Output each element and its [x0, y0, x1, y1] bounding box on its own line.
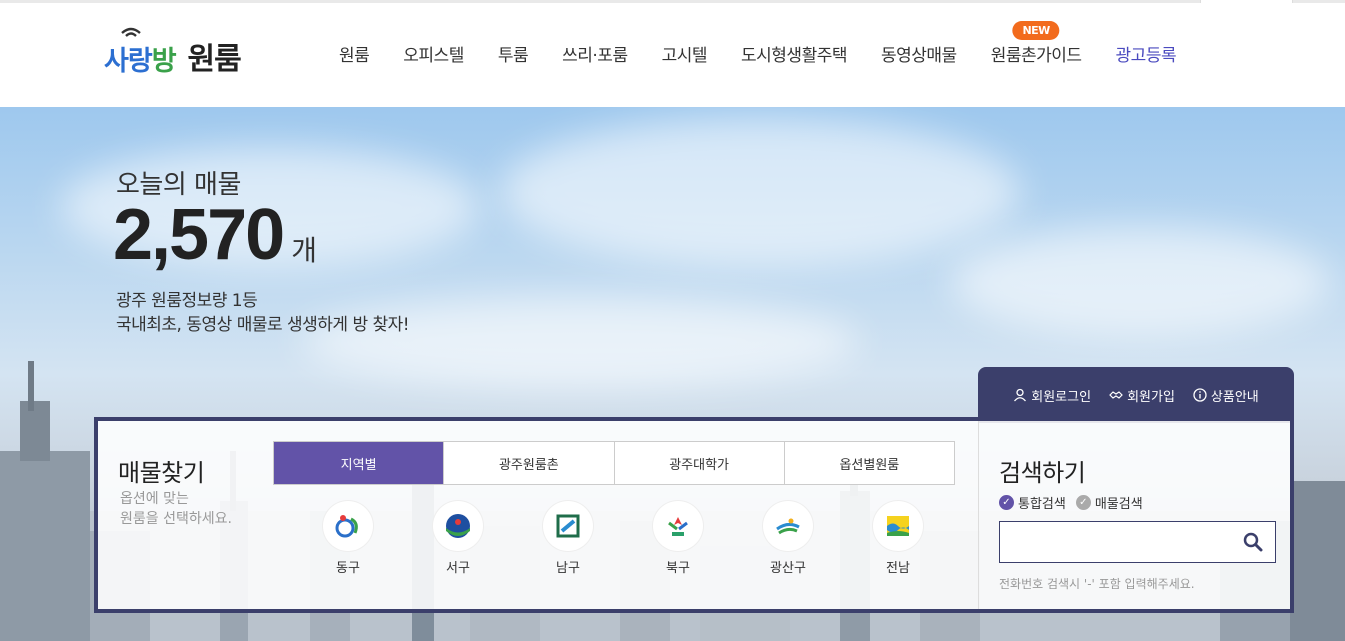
member-login-link[interactable]: 회원로그인: [1013, 386, 1091, 405]
namgu-emblem-icon: [543, 501, 593, 551]
product-info-label: 상품안내: [1210, 389, 1259, 405]
today-listings-count: 2,570 개: [113, 199, 317, 271]
listing-count-number: 2,570: [113, 195, 285, 275]
logo-text-c: 원룸: [187, 42, 242, 77]
search-section: 검색하기 ✓ 통합검색 ✓ 매물검색 전화번호 검색시 '-' 포함 입력해주세…: [978, 421, 1290, 609]
cloud-decoration: [500, 117, 1020, 267]
listing-count-unit: 개: [291, 234, 317, 267]
search-option-all[interactable]: ✓ 통합검색: [999, 493, 1066, 512]
search-hint: 전화번호 검색시 '-' 포함 입력해주세요.: [999, 577, 1195, 591]
jeonnam-emblem-icon: [873, 501, 923, 551]
logo-mark: 사랑방: [104, 27, 177, 78]
check-circle-icon: ✓: [1075, 495, 1091, 510]
region-name: 동구: [336, 561, 360, 576]
tab-by-region[interactable]: 지역별: [274, 442, 445, 484]
region-name: 북구: [666, 561, 690, 576]
tagline-line-2: 국내최초, 동영상 매물로 생생하게 방 찾자!: [116, 315, 410, 335]
tab-by-option[interactable]: 옵션별원룸: [785, 442, 954, 484]
site-header: 사랑방 원룸 원룸 오피스텔 투룸 쓰리·포룸 고시텔 도시형생활주택 동영상매…: [0, 3, 1345, 107]
nav-ad-register[interactable]: 광고등록: [1116, 41, 1177, 66]
region-name: 전남: [886, 561, 910, 576]
search-option-listings[interactable]: ✓ 매물검색: [1075, 493, 1143, 512]
find-sub-line-2: 원룸을 선택하세요.: [120, 511, 232, 527]
search-panel: 매물찾기 옵션에 맞는 원룸을 선택하세요. 지역별 광주원룸촌 광주대학가 옵…: [94, 417, 1294, 613]
cloud-decoration: [950, 227, 1330, 337]
bukgu-emblem-icon: [653, 501, 703, 551]
find-listings-title: 매물찾기: [118, 459, 205, 487]
find-listings-subtitle: 옵션에 맞는 원룸을 선택하세요.: [120, 489, 232, 529]
search-box: [999, 521, 1276, 563]
region-name: 서구: [446, 561, 470, 576]
search-input[interactable]: [1000, 522, 1230, 560]
info-icon: [1193, 388, 1207, 402]
main-nav: 원룸 오피스텔 투룸 쓰리·포룸 고시텔 도시형생활주택 동영상매물 NEW 원…: [322, 21, 1193, 66]
check-circle-icon: ✓: [999, 495, 1014, 510]
nav-urban-housing[interactable]: 도시형생활주택: [741, 41, 847, 66]
nav-guide-label: 원룸촌가이드: [990, 46, 1082, 66]
hero-banner: 오늘의 매물 2,570 개 광주 원룸정보량 1등 국내최초, 동영상 매물로…: [0, 107, 1345, 641]
product-info-link[interactable]: 상품안내: [1193, 386, 1259, 405]
search-icon[interactable]: [1243, 532, 1263, 552]
nav-video-listings[interactable]: 동영상매물: [881, 41, 957, 66]
gwangsangu-emblem-icon: [763, 501, 813, 551]
region-jeonnam[interactable]: 전남: [843, 501, 953, 576]
nav-threeroom[interactable]: 쓰리·포룸: [562, 41, 628, 66]
member-bar: 회원로그인 회원가입 상품안내: [978, 367, 1294, 423]
member-join-link[interactable]: 회원가입: [1109, 386, 1175, 405]
tagline-line-1: 광주 원룸정보량 1등: [116, 291, 258, 311]
tab-gwangju-oneroom-village[interactable]: 광주원룸촌: [444, 442, 615, 484]
find-tabs: 지역별 광주원룸촌 광주대학가 옵션별원룸: [273, 441, 955, 485]
region-seogu[interactable]: 서구: [403, 501, 513, 576]
handshake-icon: [1109, 391, 1123, 399]
hero-tagline: 광주 원룸정보량 1등 국내최초, 동영상 매물로 생생하게 방 찾자!: [116, 289, 410, 337]
search-option-all-label: 통합검색: [1018, 497, 1066, 512]
logo-text-a: 사랑: [104, 46, 153, 77]
region-bukgu[interactable]: 북구: [623, 501, 733, 576]
nav-gositel[interactable]: 고시텔: [662, 41, 708, 66]
logo-text-b: 방: [151, 46, 177, 77]
nav-oneroom[interactable]: 원룸: [339, 41, 370, 66]
region-namgu[interactable]: 남구: [513, 501, 623, 576]
nav-officetel[interactable]: 오피스텔: [403, 41, 464, 66]
search-title: 검색하기: [999, 459, 1086, 487]
donggu-emblem-icon: [323, 501, 373, 551]
nav-tworoom[interactable]: 투룸: [498, 41, 529, 66]
search-options: ✓ 통합검색 ✓ 매물검색: [999, 493, 1143, 512]
user-icon: [1014, 388, 1027, 402]
new-badge: NEW: [1012, 21, 1060, 40]
nav-guide[interactable]: NEW 원룸촌가이드: [990, 21, 1082, 66]
region-gwangsangu[interactable]: 광산구: [733, 501, 843, 576]
member-join-label: 회원가입: [1127, 389, 1175, 405]
seogu-emblem-icon: [433, 501, 483, 551]
find-sub-line-1: 옵션에 맞는: [120, 491, 189, 507]
member-login-label: 회원로그인: [1031, 389, 1092, 405]
search-option-listings-label: 매물검색: [1094, 497, 1143, 512]
region-donggu[interactable]: 동구: [293, 501, 403, 576]
tab-gwangju-university-area[interactable]: 광주대학가: [615, 442, 785, 484]
wifi-icon: [121, 27, 141, 37]
site-logo[interactable]: 사랑방 원룸: [104, 27, 242, 78]
region-name: 광산구: [770, 561, 806, 576]
region-list: 동구 서구 남구 북구 광산구 전남: [293, 501, 953, 576]
region-name: 남구: [556, 561, 580, 576]
